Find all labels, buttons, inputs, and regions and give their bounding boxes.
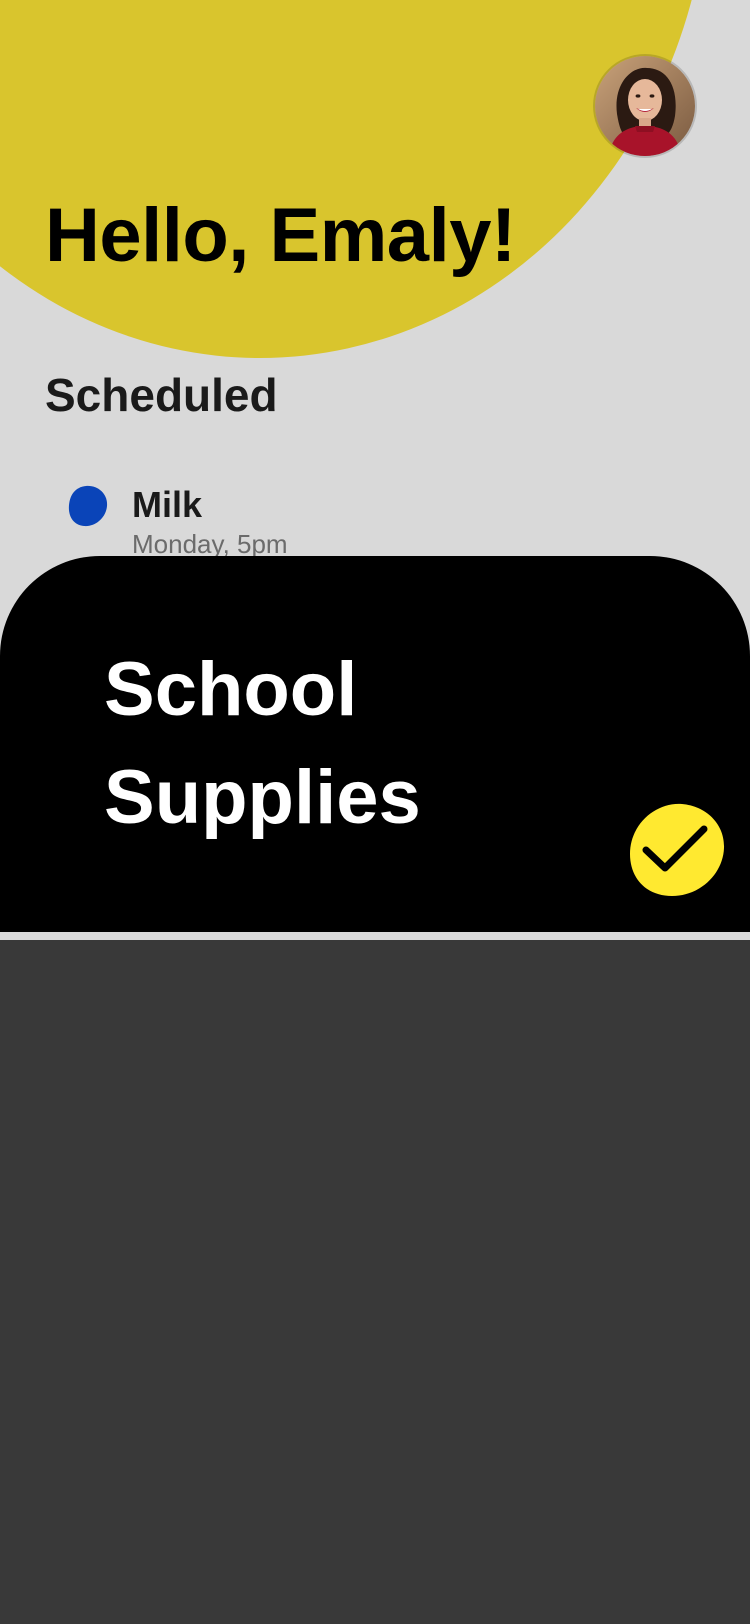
- scheduled-section-title: Scheduled: [45, 369, 278, 421]
- greeting-heading: Hello, Emaly!: [45, 193, 516, 278]
- blob-dot-icon: [68, 485, 108, 527]
- decorative-yellow-blob: [0, 0, 710, 358]
- user-avatar-photo-icon: [595, 56, 695, 156]
- card-title: School Supplies: [104, 647, 421, 840]
- user-avatar[interactable]: [595, 56, 695, 156]
- task-name: Milk: [132, 484, 203, 525]
- complete-task-button[interactable]: [628, 802, 726, 898]
- checkmark-icon: [630, 803, 725, 896]
- scheduled-task-item[interactable]: Milk Monday, 5pm: [68, 480, 668, 560]
